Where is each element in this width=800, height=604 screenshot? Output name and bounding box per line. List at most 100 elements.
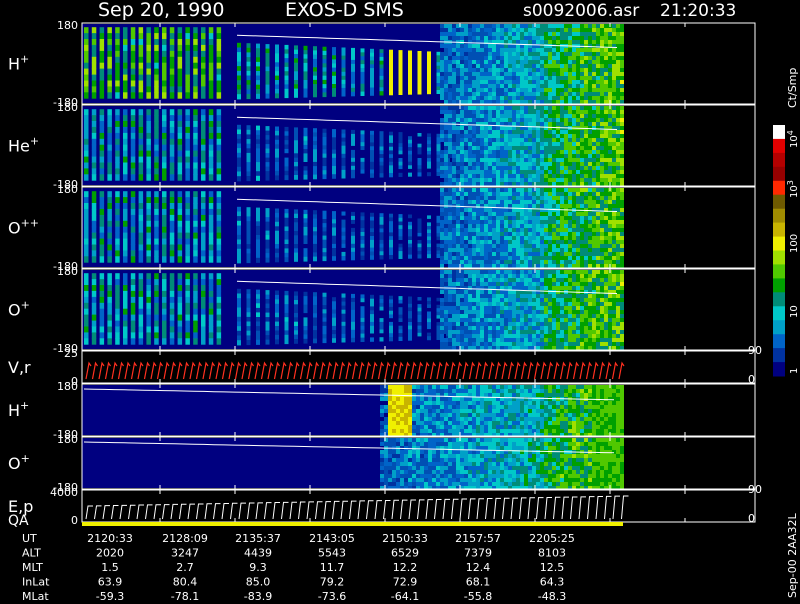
spectrogram-cell (456, 126, 460, 130)
spectrogram-cell (548, 166, 552, 170)
spectrogram-cell (512, 178, 516, 182)
spectrogram-cell (294, 317, 298, 322)
spectrogram-cell (468, 264, 472, 268)
spectrogram-cell (588, 44, 592, 48)
spectrogram-cell (408, 225, 412, 229)
spectrogram-cell (604, 146, 608, 150)
spectrogram-cell (516, 264, 520, 268)
spectrogram-cell (468, 192, 472, 196)
spectrogram-cell (247, 253, 251, 258)
spectrogram-cell (444, 130, 448, 134)
spectrogram-cell (536, 204, 540, 208)
spectrogram-cell (162, 327, 167, 333)
spectrogram-cell (170, 197, 175, 203)
spectrogram-cell (560, 240, 564, 244)
spectrogram-cell (201, 309, 206, 315)
spectrogram-cell (294, 326, 298, 331)
spectrogram-cell (408, 333, 412, 337)
spectrogram-cell (162, 63, 167, 69)
spectrogram-cell (596, 260, 600, 264)
spectrogram-cell (544, 188, 548, 192)
spectrogram-cell (370, 91, 374, 95)
spectrogram-cell (584, 182, 588, 186)
spectrogram-cell (100, 145, 105, 151)
spectrogram-cell (508, 36, 512, 40)
spectrogram-cell (418, 219, 422, 223)
spectrogram-cell (266, 240, 270, 245)
spectrogram-cell (560, 244, 564, 248)
spectrogram-cell (540, 100, 544, 104)
spectrogram-cell (418, 162, 422, 166)
spectrogram-cell (275, 299, 279, 304)
spectrogram-cell (556, 100, 560, 104)
spectrogram-cell (131, 321, 136, 327)
spectrogram-cell (604, 142, 608, 146)
spectrogram-cell (460, 154, 464, 158)
spectrogram-cell (596, 192, 600, 196)
spectrogram-cell (209, 332, 214, 338)
spectrogram-cell (115, 315, 120, 321)
spectrogram-cell (361, 142, 365, 146)
spectrogram-cell (588, 122, 592, 126)
spectrogram-cell (612, 178, 616, 182)
spectrogram-cell (596, 150, 600, 154)
spectrogram-cell (516, 256, 520, 260)
spectrogram-cell (399, 218, 403, 222)
spectrogram-cell (592, 204, 596, 208)
spectrogram-cell (256, 94, 260, 99)
spectrogram-cell (464, 96, 468, 100)
spectrogram-cell (209, 233, 214, 239)
spectrogram-cell (266, 44, 270, 49)
spectrogram-cell (564, 88, 568, 92)
spectrogram-cell (564, 84, 568, 88)
spectrogram-cell (568, 114, 572, 118)
spectrogram-cell (556, 138, 560, 142)
spectrogram-cell (444, 126, 448, 130)
spectrogram-cell (512, 182, 516, 186)
spectrogram-cell (440, 252, 444, 256)
spectrogram-cell (472, 142, 476, 146)
spectrogram-cell (370, 330, 374, 334)
spectrogram-cell (100, 303, 105, 309)
spectrogram-cell (294, 244, 298, 249)
spectrogram-cell (256, 303, 260, 308)
spectrogram-cell (342, 162, 346, 167)
spectrogram-cell (460, 52, 464, 56)
spectrogram-cell (508, 154, 512, 158)
spectrogram-cell (572, 64, 576, 68)
spectrogram-cell (584, 162, 588, 166)
spectrogram-cell (237, 254, 241, 259)
spectrogram-cell (560, 256, 564, 260)
spectrogram-cell (107, 233, 112, 239)
spectrogram-cell (84, 45, 89, 51)
spectrogram-cell (568, 204, 572, 208)
spectrogram-cell (484, 158, 488, 162)
spectrogram-cell (612, 32, 616, 36)
spectrogram-cell (524, 72, 528, 76)
spectrogram-cell (572, 60, 576, 64)
spectrogram-cell (193, 291, 198, 297)
spectrogram-cell (528, 252, 532, 256)
spectrogram-cell (460, 28, 464, 32)
spectrogram-cell (131, 203, 136, 209)
spectrogram-cell (588, 192, 592, 196)
spectrogram-cell (620, 216, 624, 220)
spectrogram-cell (437, 169, 441, 173)
spectrogram-cell (528, 36, 532, 40)
spectrogram-cell (399, 162, 403, 166)
spectrogram-cell (304, 171, 308, 176)
spectrogram-cell (504, 40, 508, 44)
spectrogram-cell (548, 138, 552, 142)
spectrogram-cell (604, 178, 608, 182)
spectrogram-cell (460, 178, 464, 182)
spectrogram-cell (576, 92, 580, 96)
spectrogram-cell (456, 84, 460, 88)
spectrogram-cell (536, 64, 540, 68)
spectrogram-cell (92, 239, 97, 245)
spectrogram-cell (131, 279, 136, 285)
spectrogram-cell (304, 317, 308, 322)
spectrogram-cell (512, 170, 516, 174)
spectrogram-cell (456, 256, 460, 260)
spectrogram-cell (536, 80, 540, 84)
spectrogram-cell (572, 264, 576, 268)
